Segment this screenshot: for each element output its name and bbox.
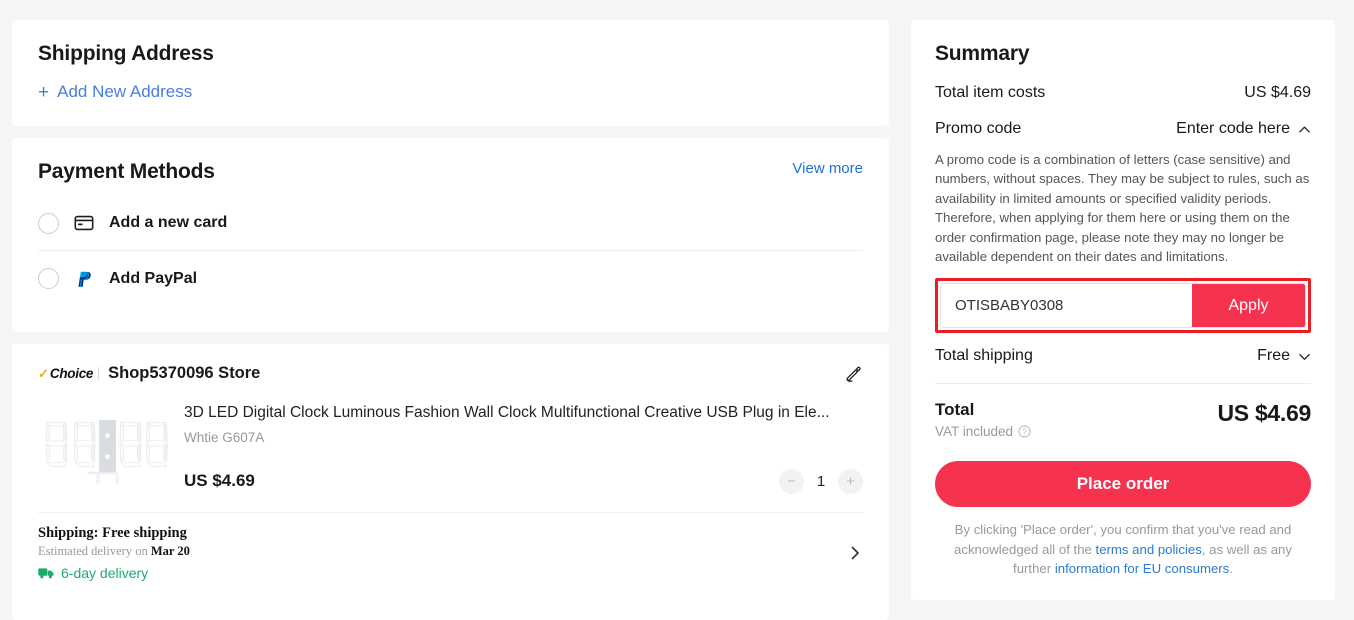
total-shipping-row[interactable]: Total shipping Free — [935, 347, 1311, 365]
promo-input-highlight: Apply — [935, 278, 1311, 333]
product-info: 3D LED Digital Clock Luminous Fashion Wa… — [184, 395, 863, 494]
truck-icon — [38, 566, 55, 580]
radio-paypal[interactable] — [38, 268, 59, 289]
pencil-icon[interactable] — [844, 364, 863, 383]
summary-divider — [935, 383, 1311, 384]
credit-card-icon — [73, 212, 95, 234]
delivery-speed: 6-day delivery — [38, 565, 190, 581]
payment-option-new-card[interactable]: Add a new card — [38, 196, 863, 251]
plus-icon: + — [38, 83, 49, 102]
chevron-right-icon[interactable] — [847, 545, 863, 561]
payment-option-paypal[interactable]: Add PayPal — [38, 251, 863, 306]
total-left: Total VAT included ? — [935, 400, 1031, 439]
total-row: Total VAT included ? US $4.69 — [935, 400, 1311, 439]
delivery-speed-label: 6-day delivery — [61, 565, 148, 581]
badge-divider — [98, 367, 99, 380]
store-identity: ✓ Choice Shop5370096 Store — [38, 364, 260, 383]
store-name[interactable]: Shop5370096 Store — [108, 364, 260, 383]
promo-code-action-label: Enter code here — [1176, 120, 1290, 138]
quantity-decrease-button[interactable]: − — [779, 469, 804, 494]
add-new-address-label: Add New Address — [57, 82, 192, 102]
estimated-delivery: Estimated delivery on Mar 20 — [38, 544, 190, 559]
terms-disclaimer: By clicking 'Place order', you confirm t… — [935, 520, 1311, 577]
shipping-method: Shipping: Free shipping — [38, 525, 190, 542]
shipping-address-card: Shipping Address + Add New Address — [12, 20, 889, 126]
quantity-stepper: − 1 + — [779, 469, 863, 494]
payment-option-label: Add PayPal — [109, 270, 197, 288]
total-item-costs-label: Total item costs — [935, 84, 1045, 102]
view-more-link[interactable]: View more — [792, 160, 863, 177]
estimated-delivery-date: Mar 20 — [151, 544, 190, 558]
payment-methods-card: Payment Methods View more Add a new card — [12, 138, 889, 332]
left-column: Shipping Address + Add New Address Payme… — [12, 20, 889, 620]
summary-title: Summary — [935, 42, 1311, 66]
product-title[interactable]: 3D LED Digital Clock Luminous Fashion Wa… — [184, 403, 860, 424]
terms-suffix: . — [1229, 561, 1233, 576]
product-row: 3D LED Digital Clock Luminous Fashion Wa… — [38, 383, 863, 512]
svg-text:?: ? — [1022, 428, 1027, 437]
payment-methods-header: Payment Methods View more — [38, 160, 863, 184]
vat-note: VAT included ? — [935, 424, 1031, 439]
store-card: ✓ Choice Shop5370096 Store — [12, 344, 889, 620]
shipping-address-title: Shipping Address — [38, 42, 863, 66]
vat-label: VAT included — [935, 424, 1013, 439]
promo-code-input[interactable] — [941, 284, 1192, 327]
product-variant: Whtie G607A — [184, 430, 863, 445]
quantity-value[interactable]: 1 — [814, 473, 828, 490]
choice-badge: ✓ Choice — [38, 366, 99, 381]
total-shipping-toggle[interactable]: Free — [1257, 347, 1311, 365]
question-circle-icon[interactable]: ? — [1018, 425, 1031, 438]
total-shipping-value: Free — [1257, 347, 1290, 365]
check-icon: ✓ — [38, 367, 49, 380]
total-shipping-label: Total shipping — [935, 347, 1033, 365]
store-header: ✓ Choice Shop5370096 Store — [38, 364, 863, 383]
choice-badge-label: Choice — [50, 366, 93, 381]
promo-code-toggle[interactable]: Enter code here — [1176, 120, 1311, 138]
led-clock-thumbnail — [38, 400, 170, 494]
shipping-summary-text: Shipping: Free shipping Estimated delive… — [38, 525, 190, 581]
shipping-summary-row[interactable]: Shipping: Free shipping Estimated delive… — [38, 512, 863, 595]
add-new-address-button[interactable]: + Add New Address — [38, 82, 863, 102]
promo-code-row[interactable]: Promo code Enter code here — [935, 120, 1311, 138]
place-order-button[interactable]: Place order — [935, 461, 1311, 507]
promo-input-group: Apply — [940, 283, 1306, 328]
chevron-down-icon[interactable] — [1298, 350, 1311, 363]
summary-card: Summary Total item costs US $4.69 Promo … — [911, 20, 1335, 600]
checkout-page: Shipping Address + Add New Address Payme… — [0, 0, 1354, 620]
terms-and-policies-link[interactable]: terms and policies — [1096, 542, 1202, 557]
promo-code-label: Promo code — [935, 120, 1021, 138]
payment-option-label: Add a new card — [109, 214, 227, 232]
total-item-costs-row: Total item costs US $4.69 — [935, 84, 1311, 102]
apply-promo-button[interactable]: Apply — [1192, 284, 1305, 327]
chevron-up-icon[interactable] — [1298, 123, 1311, 136]
estimated-delivery-prefix: Estimated delivery on — [38, 544, 151, 558]
total-item-costs-value: US $4.69 — [1244, 84, 1311, 102]
total-amount: US $4.69 — [1218, 400, 1312, 427]
eu-consumers-info-link[interactable]: information for EU consumers — [1055, 561, 1229, 576]
paypal-icon — [73, 268, 95, 290]
product-price-row: US $4.69 − 1 + — [184, 469, 863, 494]
quantity-increase-button[interactable]: + — [838, 469, 863, 494]
total-label: Total — [935, 400, 1031, 420]
promo-description: A promo code is a combination of letters… — [935, 150, 1311, 266]
product-thumbnail[interactable] — [38, 400, 170, 494]
payment-methods-title: Payment Methods — [38, 160, 215, 184]
right-column: Summary Total item costs US $4.69 Promo … — [911, 20, 1335, 620]
product-price: US $4.69 — [184, 471, 255, 491]
radio-new-card[interactable] — [38, 213, 59, 234]
